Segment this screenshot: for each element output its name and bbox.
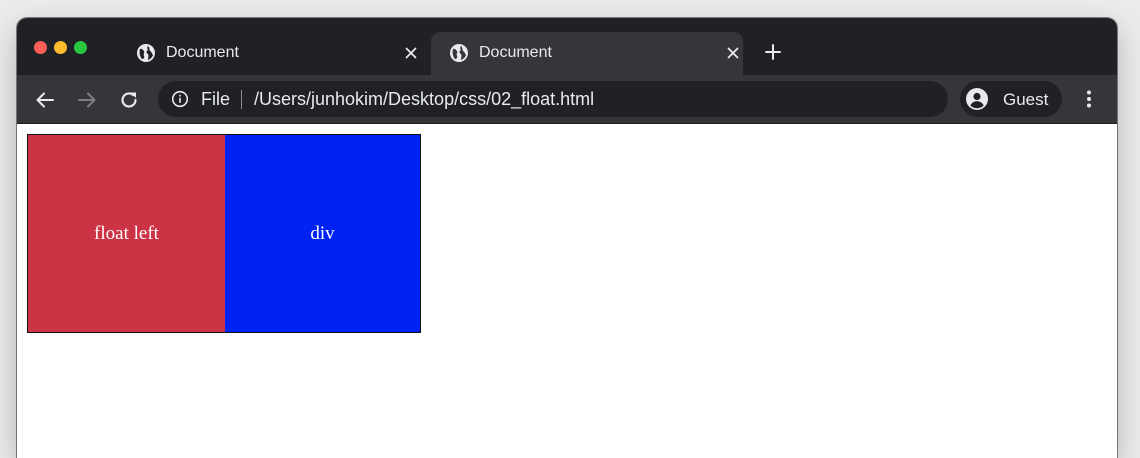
div-label: div	[310, 222, 335, 244]
page-viewport: float left div	[17, 124, 1117, 458]
tab-title: Document	[166, 44, 239, 61]
reload-icon[interactable]	[118, 89, 140, 111]
avatar-icon	[966, 88, 988, 110]
omnibox-divider	[241, 90, 242, 109]
address-bar[interactable]: File /Users/junhokim/Desktop/css/02_floa…	[158, 81, 948, 117]
info-icon[interactable]	[171, 90, 189, 108]
tab-title: Document	[479, 44, 552, 61]
back-arrow-icon[interactable]	[34, 89, 56, 111]
float-left-box: float left	[27, 134, 226, 333]
toolbar: File /Users/junhokim/Desktop/css/02_floa…	[17, 75, 1117, 124]
url-text[interactable]: /Users/junhokim/Desktop/css/02_float.htm…	[254, 89, 594, 110]
tab-document-1[interactable]: Document	[123, 32, 429, 75]
tab-document-2[interactable]: Document	[431, 32, 743, 75]
scheme-label: File	[201, 89, 231, 109]
float-left-label: float left	[94, 222, 159, 244]
div-box: div	[225, 134, 421, 333]
browser-window: Document Document File /Users/junhokim/D…	[17, 18, 1117, 458]
profile-label: Guest	[1003, 90, 1049, 109]
close-window-button[interactable]	[34, 41, 47, 54]
forward-arrow-icon[interactable]	[76, 89, 98, 111]
kebab-menu-icon[interactable]	[1078, 88, 1100, 110]
new-tab-icon[interactable]	[763, 42, 783, 62]
minimize-window-button[interactable]	[54, 41, 67, 54]
profile-button[interactable]: Guest	[960, 81, 1062, 117]
globe-icon	[137, 44, 155, 62]
close-tab-icon[interactable]	[401, 43, 421, 63]
zoom-window-button[interactable]	[74, 41, 87, 54]
globe-icon	[450, 44, 468, 62]
tab-strip: Document Document	[17, 18, 1117, 75]
close-tab-icon[interactable]	[723, 43, 743, 63]
